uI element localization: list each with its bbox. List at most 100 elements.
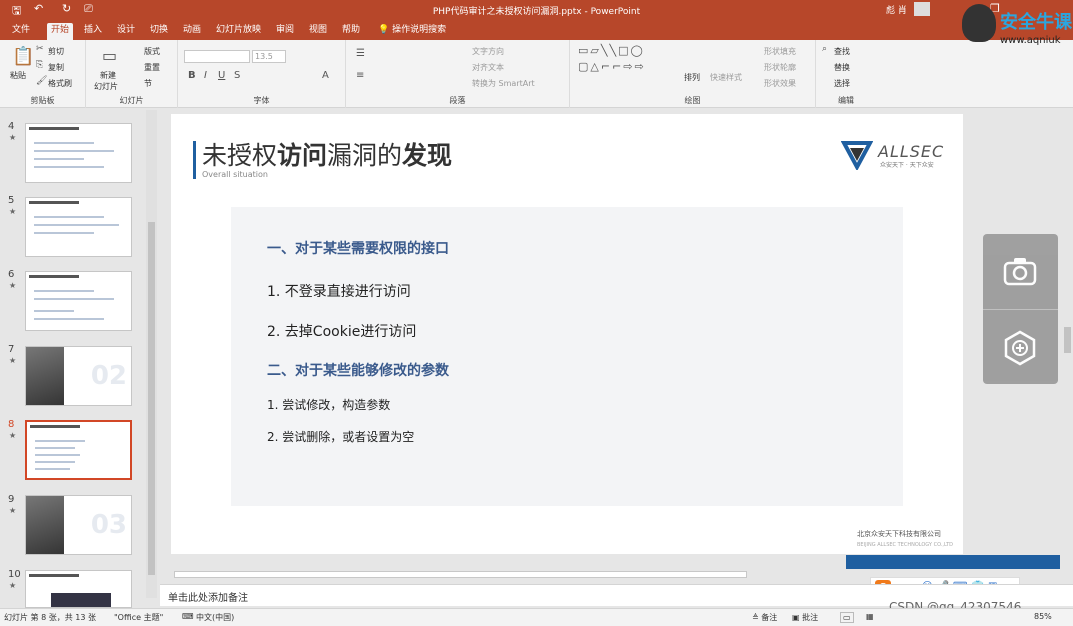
thumb-star: ★ (9, 356, 17, 365)
thumb-section-number: 03 (90, 510, 127, 540)
shape-effect-button[interactable]: 形状效果 (764, 78, 796, 89)
hexagon-add-icon[interactable] (1003, 330, 1037, 366)
paste-button[interactable]: 粘贴 (10, 70, 26, 81)
list-item: 1. 尝试修改，构造参数 (267, 398, 391, 412)
title-accent-bar (193, 141, 196, 179)
avatar[interactable] (914, 2, 930, 16)
group-editing: ⌕ 查找 替换 选择 编辑 (816, 40, 876, 108)
normal-view-icon[interactable]: ▭ (840, 612, 854, 623)
group-paragraph: ☰ ≡ 文字方向 对齐文本 转换为 SmartArt 段落 (346, 40, 570, 108)
text-direction-button[interactable]: 文字方向 (472, 46, 504, 57)
logo-wordmark: ALLSEC (878, 142, 945, 161)
slide-thumbnail-6[interactable] (25, 271, 132, 331)
format-painter-button[interactable]: 格式刷 (48, 78, 72, 89)
tab-home[interactable]: 开始 (47, 23, 74, 40)
list-item: 2. 尝试删除，或者设置为空 (267, 430, 415, 444)
tab-view[interactable]: 视图 (305, 23, 331, 40)
section-button[interactable]: 节 (144, 78, 152, 89)
new-slide-label[interactable]: 新建 (100, 70, 116, 81)
thumbnail-scrollbar[interactable] (146, 110, 157, 598)
align-left-icon[interactable]: ≡ (356, 70, 364, 81)
copy-button[interactable]: 复制 (48, 62, 64, 73)
slide-title[interactable]: 未授权访问漏洞的发现 (202, 136, 452, 172)
watermark-site: www.aqniuk (1000, 35, 1061, 46)
cut-button[interactable]: 剪切 (48, 46, 64, 57)
thumb-star: ★ (9, 207, 17, 216)
slide-thumbnail-7[interactable]: 02 (25, 346, 132, 406)
thumb-number: 6 (8, 269, 15, 280)
window-title: PHP代码审计之未授权访问漏洞.pptx - PowerPoint (432, 7, 641, 17)
font-size-box[interactable]: 13.5 (252, 50, 286, 63)
layout-button[interactable]: 版式 (144, 46, 160, 57)
content-box[interactable]: 一、对于某些需要权限的接口 1. 不登录直接进行访问 2. 去掉Cookie进行… (231, 207, 903, 506)
tell-me-label: 操作说明搜索 (392, 25, 447, 35)
title-part: 未授权 (202, 141, 278, 170)
shape-outline-button[interactable]: 形状轮廓 (764, 62, 796, 73)
logo-tagline: 众安天下 · 天下众安 (880, 162, 934, 169)
thumb-section-number: 02 (90, 361, 127, 391)
bullets-icon[interactable]: ☰ (356, 48, 365, 59)
slide-thumbnail-9[interactable]: 03 (25, 495, 132, 555)
font-name-box[interactable] (184, 50, 250, 63)
shield-icon (841, 141, 873, 170)
footer-company: 北京众安天下科技有限公司 (857, 530, 941, 538)
slide-canvas[interactable]: 未授权访问漏洞的发现 Overall situation ALLSEC 众安天下… (171, 114, 963, 554)
user-name[interactable]: 彪 肖 (886, 3, 907, 16)
tab-insert[interactable]: 插入 (80, 23, 106, 40)
slide-thumbnail-5[interactable] (25, 197, 132, 257)
thumb-number: 4 (8, 121, 15, 132)
clipboard-group-label: 剪贴板 (30, 96, 55, 105)
font-color-icon[interactable]: A (322, 70, 329, 81)
tab-help[interactable]: 帮助 (338, 23, 364, 40)
slide-thumbnail-8-selected[interactable] (25, 420, 132, 480)
group-slides: ▭ 新建 幻灯片 版式 重置 节 幻灯片 (86, 40, 178, 108)
smartart-button[interactable]: 转换为 SmartArt (472, 78, 535, 89)
underline-icon[interactable]: U (218, 70, 225, 81)
comments-toggle[interactable]: ▣ 批注 (792, 612, 818, 623)
language[interactable]: 中文(中国) (196, 612, 234, 623)
bold-icon[interactable]: B (188, 70, 196, 81)
shadow-icon[interactable]: S (234, 70, 240, 81)
tell-me-search[interactable]: 💡 操作说明搜索 (374, 23, 450, 40)
italic-icon[interactable]: I (204, 70, 207, 81)
spellcheck-icon[interactable]: ⌨ (182, 612, 194, 621)
theme-name: "Office 主题" (114, 613, 164, 622)
tab-review[interactable]: 审阅 (272, 23, 298, 40)
drawing-group-label: 绘图 (684, 96, 701, 105)
arrange-button[interactable]: 排列 (684, 72, 700, 83)
editor-vertical-scrollbar[interactable] (1062, 109, 1073, 571)
new-slide-label2[interactable]: 幻灯片 (94, 81, 118, 92)
watermark-logo: 安全牛课 www.aqniuk (958, 0, 1073, 46)
allsec-logo: ALLSEC 众安天下 · 天下众安 (841, 136, 961, 172)
quick-styles-button[interactable]: 快速样式 (710, 72, 742, 83)
select-button[interactable]: 选择 (834, 78, 850, 89)
slide-thumbnail-4[interactable] (25, 123, 132, 183)
shapes-gallery-row2-icon[interactable]: ▢△⌐⌐⇨⇨ (578, 60, 646, 73)
thumb-number: 10 (8, 569, 21, 580)
tab-transitions[interactable]: 切换 (146, 23, 172, 40)
tab-file[interactable]: 文件 (8, 23, 34, 40)
zoom-level[interactable]: 85% (1034, 612, 1052, 621)
ribbon-tabs: 文件 开始 插入 设计 切换 动画 幻灯片放映 审阅 视图 帮助 💡 操作说明搜… (0, 20, 1073, 40)
title-part-bold: 访问 (277, 141, 328, 170)
tab-design[interactable]: 设计 (113, 23, 139, 40)
camera-icon[interactable] (1003, 256, 1037, 286)
tab-animations[interactable]: 动画 (179, 23, 205, 40)
lightbulb-icon: 💡 (378, 25, 390, 35)
shapes-gallery-icon[interactable]: ▭▱╲╲□◯ (578, 44, 645, 57)
slides-group-label: 幻灯片 (119, 96, 144, 105)
thumb-star: ★ (9, 506, 17, 515)
paste-icon[interactable]: 📋 (12, 46, 34, 67)
new-slide-icon[interactable]: ▭ (102, 46, 117, 65)
notes-toggle[interactable]: ≜ 备注 (752, 612, 777, 623)
slide-sorter-icon[interactable]: ▦ (866, 612, 874, 621)
shape-fill-button[interactable]: 形状填充 (764, 46, 796, 57)
tab-slideshow[interactable]: 幻灯片放映 (212, 23, 265, 40)
thumb-star: ★ (9, 581, 17, 590)
bull-logo-icon (962, 4, 996, 42)
replace-button[interactable]: 替换 (834, 62, 850, 73)
reset-button[interactable]: 重置 (144, 62, 160, 73)
align-text-button[interactable]: 对齐文本 (472, 62, 504, 73)
slide-thumbnail-10[interactable] (25, 570, 132, 608)
find-button[interactable]: 查找 (834, 46, 850, 57)
